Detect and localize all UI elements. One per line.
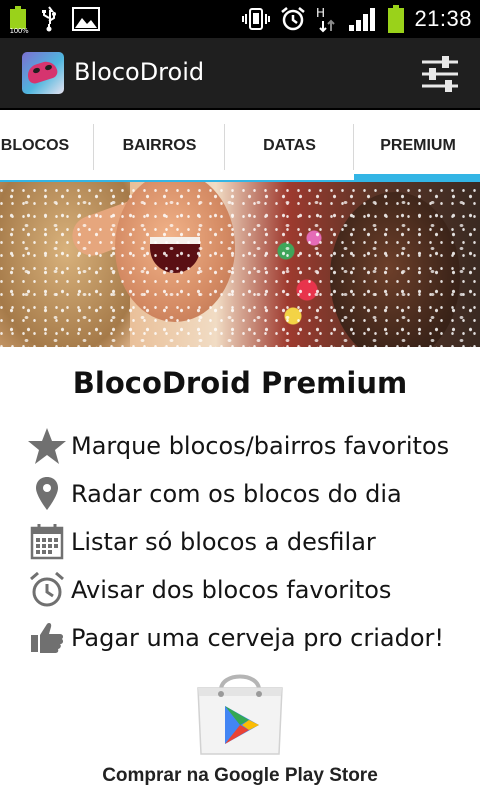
signal-icon	[349, 8, 376, 31]
clock: 21:38	[414, 6, 472, 31]
battery-icon: 100%	[10, 6, 29, 35]
settings-button[interactable]	[420, 55, 460, 93]
battery-percent: 100%	[9, 27, 29, 35]
feature-text: Marque blocos/bairros favoritos	[71, 432, 450, 460]
feature-text: Listar só blocos a desfilar	[71, 528, 376, 556]
app-title: BlocoDroid	[74, 58, 205, 86]
usb-icon	[42, 6, 56, 32]
tab-bairros[interactable]: BAIRROS	[94, 112, 225, 180]
tab-datas[interactable]: DATAS	[225, 112, 354, 180]
gallery-icon	[72, 7, 100, 31]
google-play-bag-icon	[197, 674, 283, 755]
tab-label: BAIRROS	[122, 137, 197, 154]
feature-item: Avisar dos blocos favoritos	[26, 566, 480, 614]
google-play-store-button[interactable]	[193, 668, 287, 758]
banner-photo	[0, 182, 480, 347]
alarm-icon	[281, 7, 306, 31]
status-bar-left: 100%	[10, 4, 100, 35]
feature-item: Marque blocos/bairros favoritos	[26, 422, 480, 470]
premium-title: BlocoDroid Premium	[72, 366, 408, 400]
feature-text: Radar com os blocos do dia	[71, 480, 402, 508]
calendar-icon	[26, 522, 68, 562]
tab-blocos[interactable]: BLOCOS	[0, 112, 94, 180]
carnival-mask-icon[interactable]	[22, 52, 64, 94]
feature-text: Pagar uma cerveja pro criador!	[71, 624, 444, 652]
action-bar: BlocoDroid	[0, 38, 480, 110]
vibrate-icon	[242, 8, 271, 30]
tab-label: PREMIUM	[380, 137, 456, 154]
tab-premium[interactable]: PREMIUM	[354, 112, 480, 182]
data-transfer-icon: H	[316, 6, 336, 33]
feature-item: Pagar uma cerveja pro criador!	[26, 614, 480, 662]
settings-sliders-icon	[422, 56, 458, 92]
map-pin-icon	[26, 474, 68, 514]
battery-icon	[388, 5, 405, 33]
feature-text: Avisar dos blocos favoritos	[71, 576, 392, 604]
store-link-label[interactable]: Comprar na Google Play Store	[0, 765, 480, 787]
status-bar-right: H 21:38	[242, 4, 472, 34]
feature-item: Listar só blocos a desfilar	[26, 518, 480, 566]
tab-label: BLOCOS	[0, 137, 70, 154]
feature-item: Radar com os blocos do dia	[26, 470, 480, 518]
tab-label: DATAS	[263, 137, 316, 154]
thumbs-up-icon	[26, 618, 68, 658]
feature-list: Marque blocos/bairros favoritos Radar co…	[26, 422, 480, 662]
star-icon	[26, 426, 68, 466]
alarm-clock-icon	[26, 570, 68, 610]
svg-text:H: H	[316, 6, 325, 20]
tab-bar: BLOCOS BAIRROS DATAS PREMIUM	[0, 112, 480, 182]
status-bar: 100% H 21:38	[0, 0, 480, 38]
